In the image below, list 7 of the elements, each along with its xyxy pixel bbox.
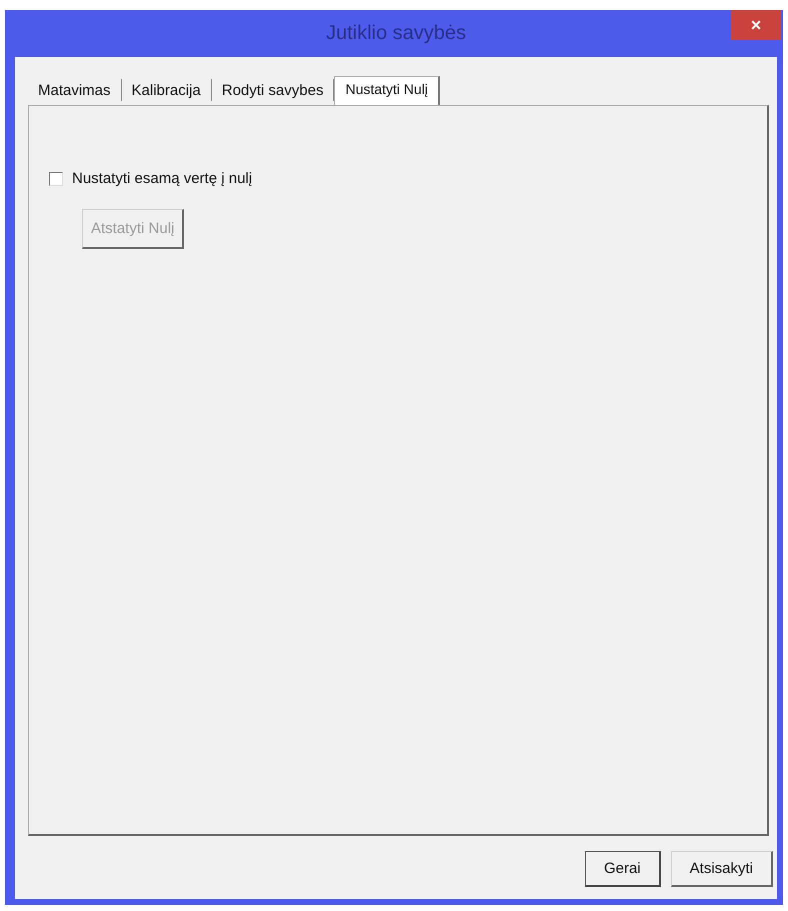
checkbox-label: Nustatyti esamą vertę į nulį	[72, 170, 252, 187]
window-title: Jutiklio savybės	[326, 22, 466, 45]
close-button[interactable]: ×	[731, 10, 781, 40]
ok-button[interactable]: Gerai	[584, 851, 661, 887]
cancel-button[interactable]: Atsisakyti	[670, 851, 773, 887]
checkbox[interactable]	[49, 172, 63, 186]
tab[interactable]: Nustatyti Nulį	[334, 76, 440, 106]
